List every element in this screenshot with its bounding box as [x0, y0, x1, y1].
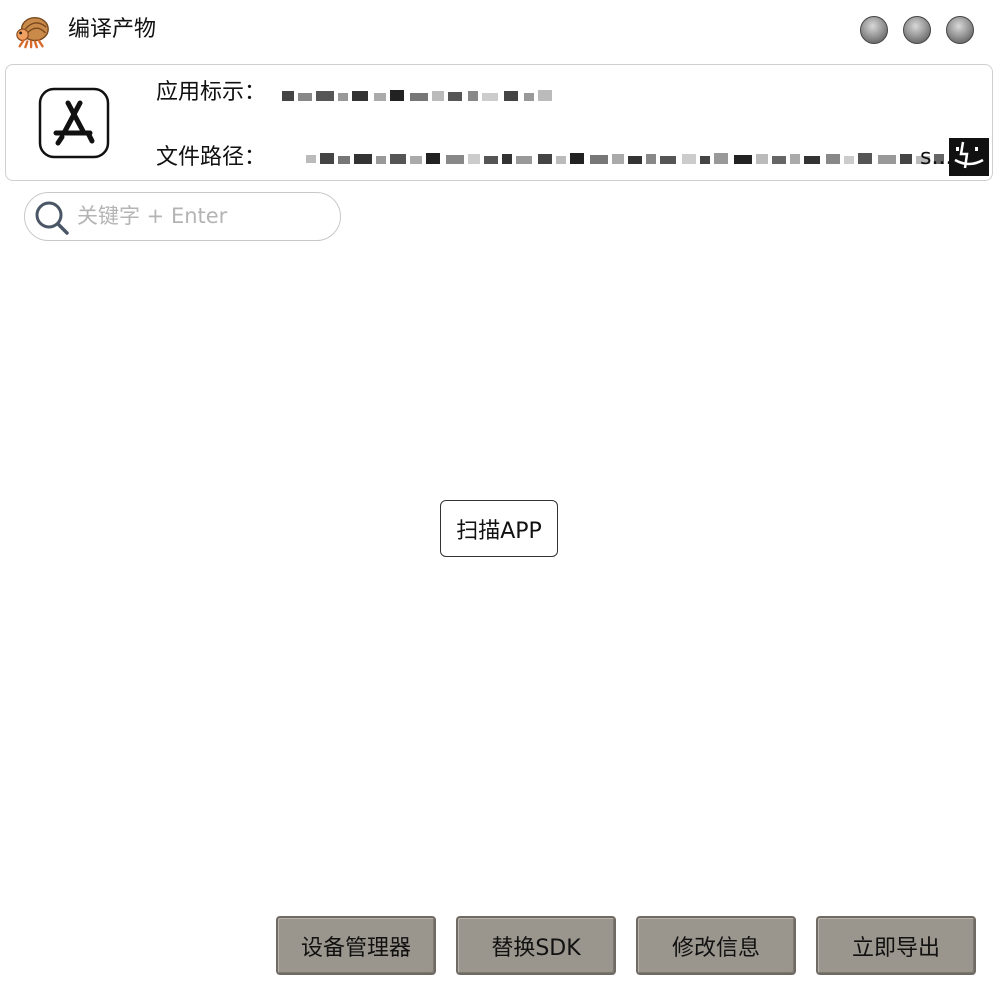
export-now-button[interactable]: 立即导出: [816, 916, 976, 975]
app-info-card: 应用标示： 文件路径： s...: [5, 64, 993, 181]
file-path-ellipsis: s...: [920, 145, 953, 170]
search-box: [24, 192, 341, 241]
search-input[interactable]: [77, 201, 327, 231]
scan-app-button[interactable]: 扫描APP: [440, 500, 558, 557]
hermit-crab-logo-icon: [16, 16, 49, 49]
finder-icon[interactable]: [949, 138, 989, 176]
modify-info-button[interactable]: 修改信息: [636, 916, 796, 975]
search-icon: [35, 201, 69, 235]
bundle-id-label: 应用标示：: [156, 80, 267, 105]
window-control-close[interactable]: [946, 16, 974, 44]
file-path-value-redacted: [306, 153, 944, 164]
window-control-minimize[interactable]: [860, 16, 888, 44]
replace-sdk-button[interactable]: 替换SDK: [456, 916, 616, 975]
app-window: 编译产物 应用标示： 文件路径： s... 关键字 + Enter 扫描APP …: [0, 0, 1000, 1000]
device-manager-button[interactable]: 设备管理器: [276, 916, 436, 975]
app-store-icon: [38, 87, 110, 159]
window-title: 编译产物: [68, 17, 157, 42]
title-bar: 编译产物: [0, 0, 1000, 62]
bundle-id-value-redacted: [282, 90, 552, 101]
file-path-label: 文件路径：: [156, 145, 267, 170]
window-control-maximize[interactable]: [903, 16, 931, 44]
